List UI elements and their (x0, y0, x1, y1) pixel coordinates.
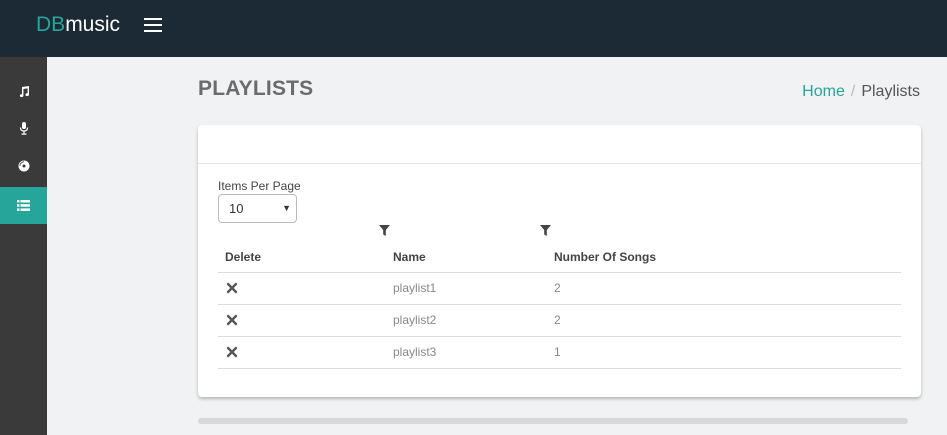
horizontal-scrollbar[interactable] (198, 418, 908, 424)
playlist-name: playlist1 (393, 281, 437, 295)
microphone-icon (19, 122, 28, 135)
breadcrumb: Home / Playlists (802, 83, 920, 101)
chevron-down-icon: ▼ (282, 203, 291, 213)
row-divider (218, 368, 901, 369)
brand-suffix: music (65, 13, 121, 36)
filter-icon[interactable] (379, 225, 390, 237)
delete-icon[interactable] (226, 314, 238, 326)
sidebar (0, 57, 47, 435)
breadcrumb-home-link[interactable]: Home (802, 83, 845, 100)
items-per-page-value: 10 (229, 201, 244, 216)
breadcrumb-current: Playlists (861, 83, 920, 100)
table-row: playlist2 2 (218, 304, 901, 336)
column-header-delete[interactable]: Delete (225, 250, 261, 264)
sidebar-item-artists[interactable] (0, 110, 47, 147)
breadcrumb-separator: / (850, 83, 856, 100)
disc-icon (18, 160, 29, 171)
column-header-number-of-songs[interactable]: Number Of Songs (554, 250, 656, 264)
playlists-card: Items Per Page 10 ▼ Delete Name Number O… (198, 125, 921, 397)
delete-icon[interactable] (226, 282, 238, 294)
brand-prefix: DB (36, 13, 66, 36)
delete-icon[interactable] (226, 346, 238, 358)
sidebar-item-albums[interactable] (0, 147, 47, 184)
table-row: playlist1 2 (218, 272, 901, 304)
table-row: playlist3 1 (218, 336, 901, 368)
playlist-song-count: 2 (554, 281, 561, 295)
card-header (198, 125, 921, 164)
playlist-song-count: 1 (554, 345, 561, 359)
playlist-song-count: 2 (554, 313, 561, 327)
sidebar-item-songs[interactable] (0, 73, 47, 110)
menu-toggle-icon[interactable] (144, 18, 163, 34)
playlist-name: playlist2 (393, 313, 437, 327)
brand-logo[interactable]: DBmusic (36, 13, 120, 37)
column-header-name[interactable]: Name (393, 250, 426, 264)
playlist-name: playlist3 (393, 345, 437, 359)
sidebar-item-playlists[interactable] (0, 187, 47, 224)
filter-icon[interactable] (540, 225, 551, 237)
page-title: PLAYLISTS (198, 77, 314, 100)
top-navbar: DBmusic (0, 0, 947, 57)
items-per-page-select[interactable]: 10 ▼ (218, 194, 297, 223)
music-icon (19, 85, 29, 97)
items-per-page-label: Items Per Page (218, 179, 301, 193)
list-icon (17, 200, 30, 211)
